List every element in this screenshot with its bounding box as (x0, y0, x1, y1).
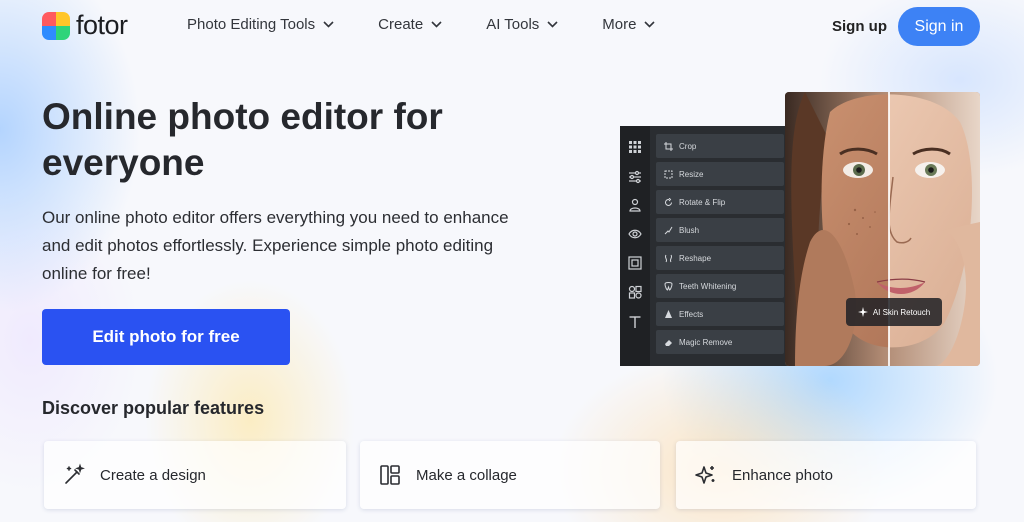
ai-skin-retouch-badge: AI Skin Retouch (846, 298, 942, 326)
menu-item-rotate-flip[interactable]: Rotate & Flip (656, 190, 784, 214)
chevron-down-icon (644, 21, 656, 28)
menu-item-label: Blush (679, 225, 700, 235)
nav-label: Photo Editing Tools (187, 16, 316, 33)
menu-item-blush[interactable]: Blush (656, 218, 784, 242)
menu-item-crop[interactable]: Crop (656, 134, 784, 158)
menu-item-label: Magic Remove (679, 337, 733, 347)
fotor-logo[interactable]: fotor (42, 10, 128, 41)
rotate-icon (665, 197, 672, 206)
nav-photo-editing-tools[interactable]: Photo Editing Tools (187, 16, 334, 33)
sparkle-icon (694, 463, 718, 487)
menu-item-effects[interactable]: Effects (656, 302, 784, 326)
main-nav: Photo Editing Tools Create AI Tools More (187, 16, 699, 33)
feature-card-create-design[interactable]: Create a design (44, 441, 346, 509)
edit-photo-button[interactable]: Edit photo for free (42, 309, 290, 365)
feature-card-make-collage[interactable]: Make a collage (360, 441, 660, 509)
chevron-down-icon (547, 21, 558, 28)
features-section-title: Discover popular features (42, 398, 265, 418)
feature-label: Enhance photo (732, 466, 833, 484)
feature-label: Create a design (100, 466, 206, 484)
grid-icon (628, 140, 642, 154)
menu-item-label: Crop (679, 141, 697, 151)
nav-label: Create (378, 16, 424, 33)
collage-icon (378, 463, 402, 487)
chevron-down-icon (323, 21, 334, 28)
magic-wand-icon (62, 463, 86, 487)
menu-item-magic-remove[interactable]: Magic Remove (656, 330, 784, 354)
nav-label: AI Tools (486, 16, 540, 33)
editor-preview-panel: Crop Resize Rotate & Flip Blush Reshape … (620, 126, 790, 366)
menu-item-reshape[interactable]: Reshape (656, 246, 784, 270)
feature-label: Make a collage (416, 466, 517, 484)
person-icon (628, 198, 642, 212)
blush-icon (664, 226, 673, 234)
menu-item-label: Reshape (679, 253, 712, 263)
top-nav-bar: fotor Photo Editing Tools Create AI Tool… (0, 0, 1024, 54)
hero-description: Our online photo editor offers everythin… (42, 208, 509, 283)
menu-item-resize[interactable]: Resize (656, 162, 784, 186)
nav-label: More (602, 16, 637, 33)
sign-in-button[interactable]: Sign in (898, 7, 980, 46)
text-icon (628, 315, 642, 329)
logo-text: fotor (76, 10, 128, 40)
crop-icon (664, 141, 673, 151)
eye-icon (628, 227, 642, 241)
menu-item-label: Rotate & Flip (679, 197, 726, 207)
menu-item-label: Teeth Whitening (679, 281, 737, 291)
resize-icon (664, 170, 673, 178)
sparkle-icon (857, 307, 868, 317)
sign-up-link[interactable]: Sign up (832, 18, 887, 35)
sliders-icon (628, 170, 642, 184)
frame-icon (628, 256, 642, 270)
nav-more[interactable]: More (602, 16, 656, 33)
feature-card-enhance-photo[interactable]: Enhance photo (676, 441, 976, 509)
effects-icon (665, 309, 672, 318)
menu-item-label: Effects (679, 309, 704, 319)
shapes-icon (628, 285, 642, 299)
hero-title: Online photo editor for everyone (42, 96, 443, 183)
menu-item-teeth-whitening[interactable]: Teeth Whitening (656, 274, 784, 298)
chevron-down-icon (431, 21, 442, 28)
teeth-icon (664, 281, 673, 291)
reshape-icon (664, 254, 673, 262)
badge-label: AI Skin Retouch (872, 307, 931, 317)
eraser-icon (665, 339, 672, 346)
menu-item-label: Resize (679, 169, 704, 179)
editor-side-toolbar (620, 126, 650, 366)
fotor-logo-icon (42, 11, 70, 40)
nav-ai-tools[interactable]: AI Tools (486, 16, 558, 33)
nav-create[interactable]: Create (378, 16, 442, 33)
